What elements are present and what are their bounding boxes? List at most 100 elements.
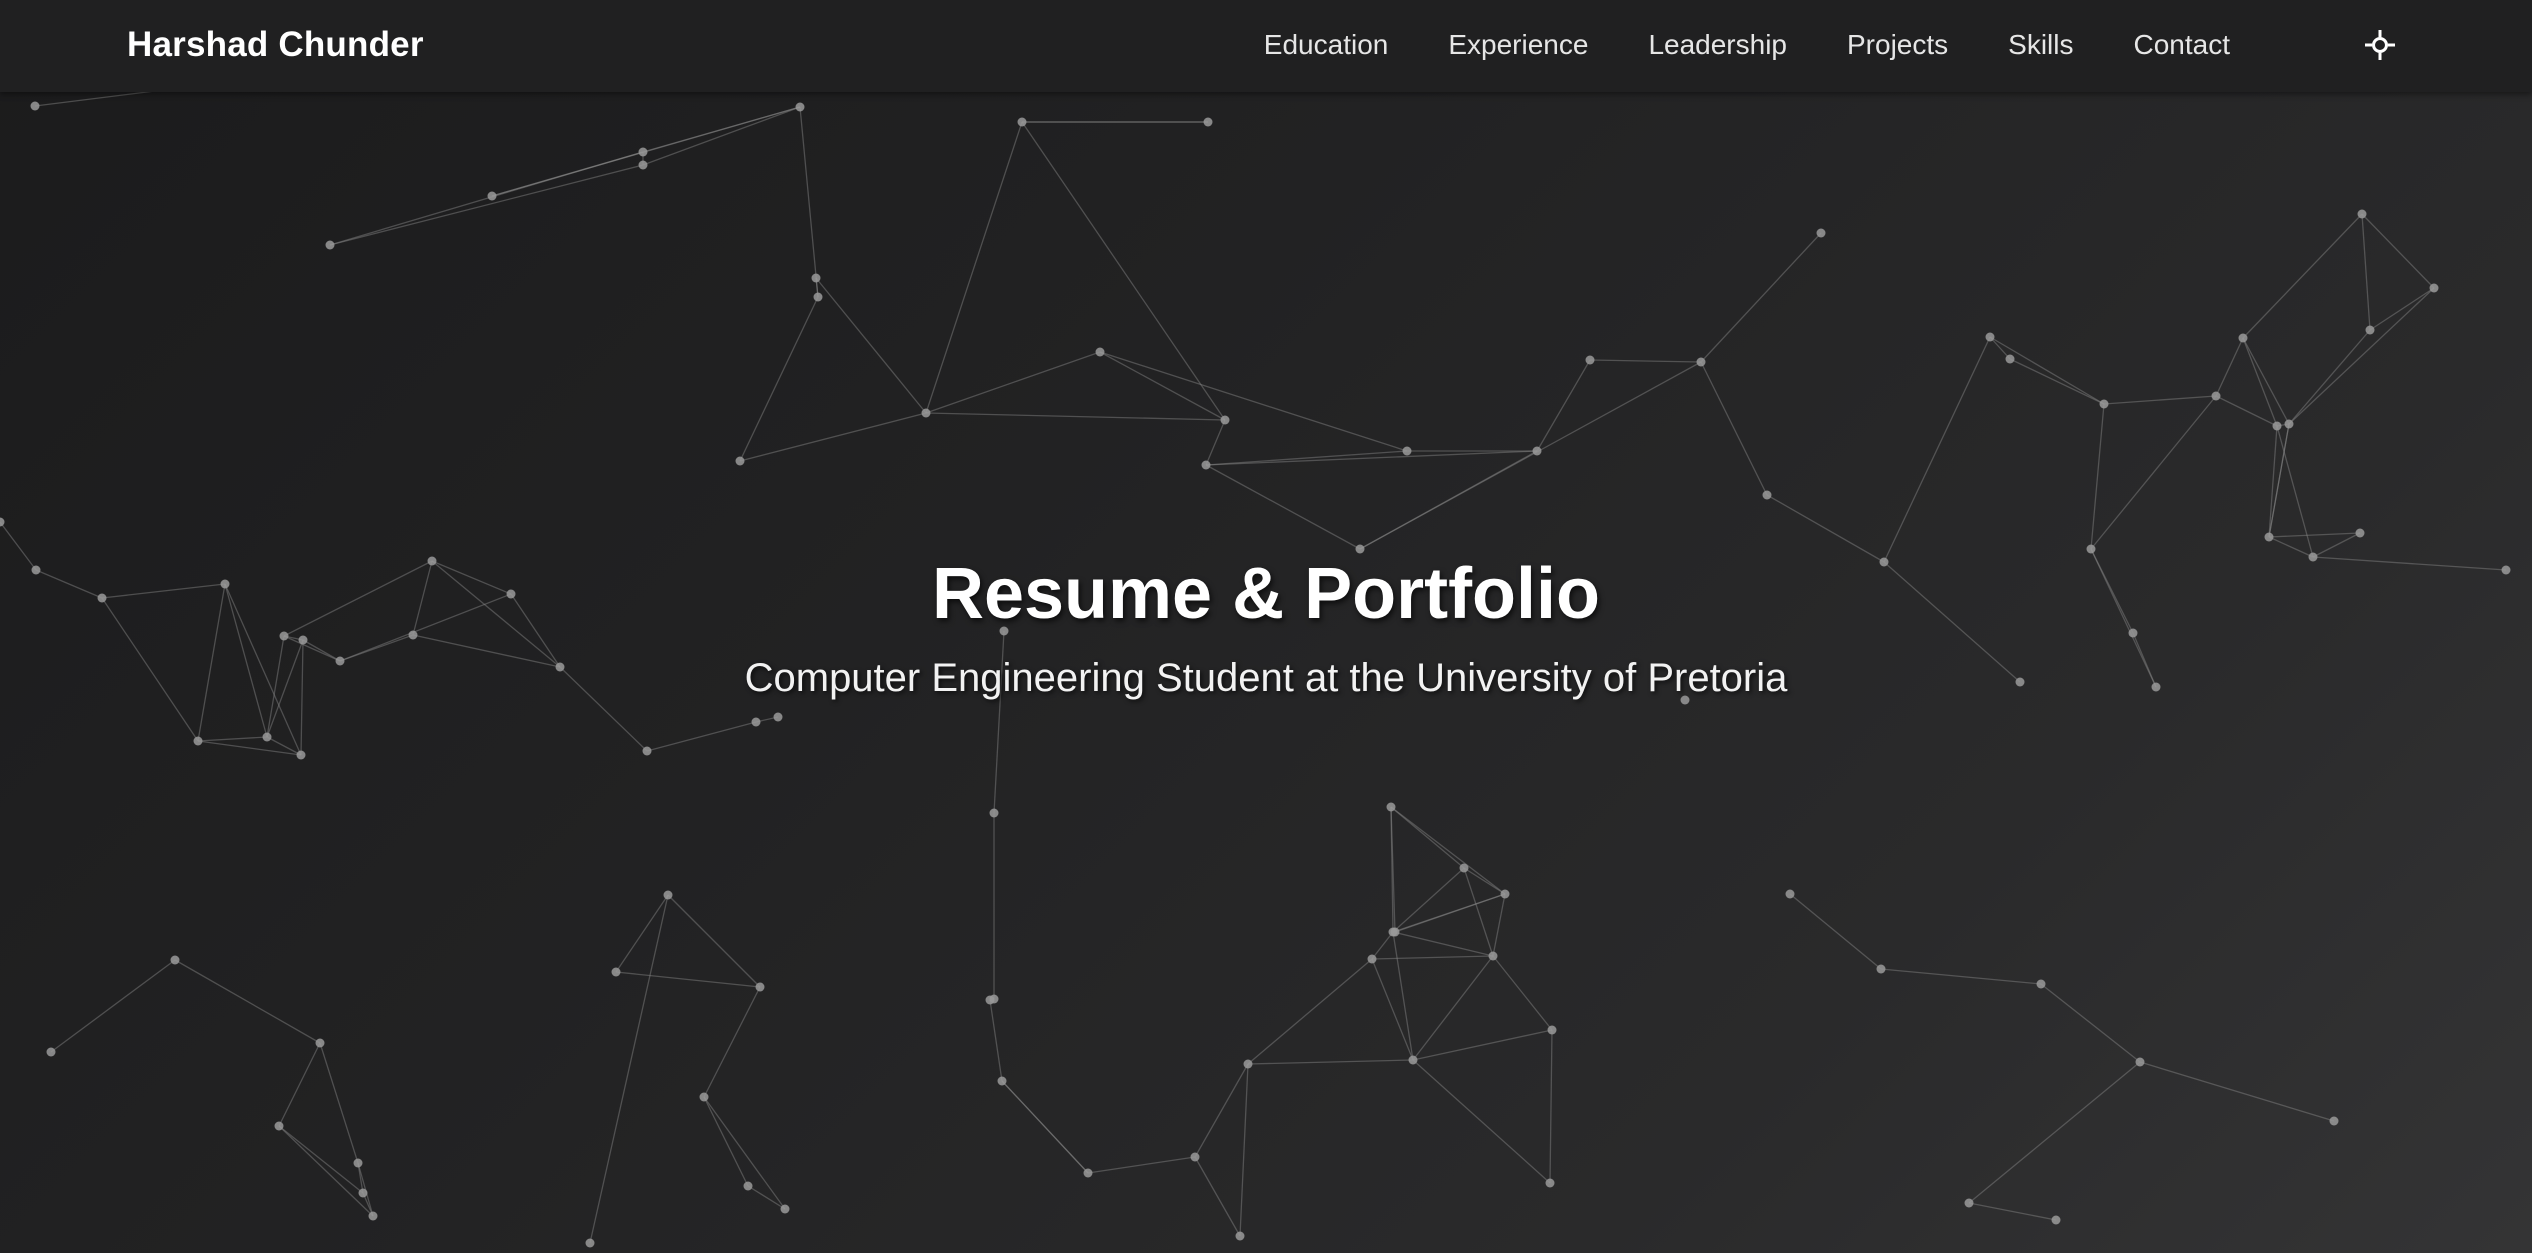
network-link <box>2361 213 2371 331</box>
network-link <box>2242 213 2363 339</box>
network-link <box>1021 121 1226 421</box>
nav-link-contact[interactable]: Contact <box>2134 29 2231 61</box>
network-node <box>1488 951 1498 961</box>
network-node <box>274 1121 284 1131</box>
network-link <box>925 412 1226 421</box>
sun-icon <box>2365 30 2395 60</box>
network-link <box>2040 983 2141 1063</box>
network-link <box>2090 403 2105 550</box>
network-link <box>50 959 176 1053</box>
page: Harshad Chunder Education Experience Lea… <box>0 0 2532 1253</box>
network-node <box>1235 1231 1245 1241</box>
network-node <box>735 456 745 466</box>
network-node <box>46 1047 56 1057</box>
network-link <box>739 412 927 462</box>
network-node <box>0 517 5 527</box>
network-node <box>1190 1152 1200 1162</box>
network-node <box>2284 419 2294 429</box>
network-link <box>1359 361 1702 550</box>
network-node <box>2099 399 2109 409</box>
network-link <box>1492 893 1506 957</box>
network-link <box>2139 1061 2335 1122</box>
network-link <box>703 1096 749 1187</box>
network-node <box>743 1181 753 1191</box>
network-link <box>278 1125 364 1194</box>
network-link <box>2090 395 2217 550</box>
network-node <box>170 955 180 965</box>
network-node <box>663 890 673 900</box>
network-node <box>353 1158 363 1168</box>
network-link <box>1463 867 1506 895</box>
network-link <box>646 721 757 752</box>
network-node <box>368 1211 378 1221</box>
nav-menu: Education Experience Leadership Projects… <box>1264 0 2230 90</box>
network-link <box>1883 336 1991 563</box>
network-node <box>1367 954 1377 964</box>
network-node <box>1459 863 1469 873</box>
network-node <box>2005 354 2015 364</box>
network-node <box>1243 1059 1253 1069</box>
network-link <box>799 106 819 298</box>
network-link <box>615 971 761 988</box>
theme-toggle-button[interactable] <box>2360 25 2400 65</box>
network-node <box>193 736 203 746</box>
network-link <box>1392 931 1494 957</box>
network-node <box>1785 889 1795 899</box>
network-link <box>197 740 302 756</box>
network-link <box>1589 359 1702 363</box>
network-node <box>2135 1057 2145 1067</box>
network-node <box>2429 283 2439 293</box>
network-link <box>1371 931 1394 960</box>
network-node <box>989 808 999 818</box>
network-link <box>703 1096 786 1210</box>
network-link <box>1989 336 2105 405</box>
network-link <box>1001 1080 1089 1174</box>
network-node <box>1500 889 1510 899</box>
network-node <box>2365 325 2375 335</box>
network-link <box>1492 955 1553 1031</box>
network-node <box>638 147 648 157</box>
network-link <box>2103 395 2217 405</box>
network-node <box>1017 117 1027 127</box>
network-link <box>589 894 669 1244</box>
network-node <box>2211 391 2221 401</box>
network-link <box>1239 1063 1249 1237</box>
network-node <box>2272 421 2282 431</box>
network-link <box>2268 423 2290 538</box>
network-node <box>30 101 40 111</box>
network-node <box>1402 446 1412 456</box>
brand-name[interactable]: Harshad Chunder <box>127 0 424 90</box>
network-link <box>1968 1202 2057 1221</box>
network-node <box>2357 209 2367 219</box>
nav-link-projects[interactable]: Projects <box>1847 29 1948 61</box>
nav-link-leadership[interactable]: Leadership <box>1648 29 1787 61</box>
network-node <box>1220 415 1230 425</box>
nav-link-experience[interactable]: Experience <box>1448 29 1588 61</box>
network-node <box>997 1076 1007 1086</box>
network-link <box>2361 213 2435 289</box>
network-link <box>1549 1029 1553 1184</box>
network-link <box>739 296 819 462</box>
navbar: Harshad Chunder Education Experience Lea… <box>0 0 2532 92</box>
network-node <box>1083 1168 1093 1178</box>
network-link <box>2268 425 2278 538</box>
network-link <box>667 894 761 988</box>
network-node <box>2264 532 2274 542</box>
network-link <box>615 894 669 973</box>
network-link <box>1394 893 1506 933</box>
network-link <box>747 1185 786 1210</box>
network-link <box>1371 958 1414 1061</box>
network-link <box>1371 955 1494 960</box>
network-link <box>1390 806 1506 895</box>
network-link <box>703 986 761 1098</box>
network-link <box>1194 1156 1241 1237</box>
network-node <box>780 1204 790 1214</box>
network-node <box>1964 1198 1974 1208</box>
network-link <box>2242 337 2290 425</box>
network-node <box>921 408 931 418</box>
network-node <box>1816 228 1826 238</box>
nav-link-skills[interactable]: Skills <box>2008 29 2073 61</box>
network-link <box>1087 1156 1196 1174</box>
network-node <box>2051 1215 2061 1225</box>
nav-link-education[interactable]: Education <box>1264 29 1389 61</box>
